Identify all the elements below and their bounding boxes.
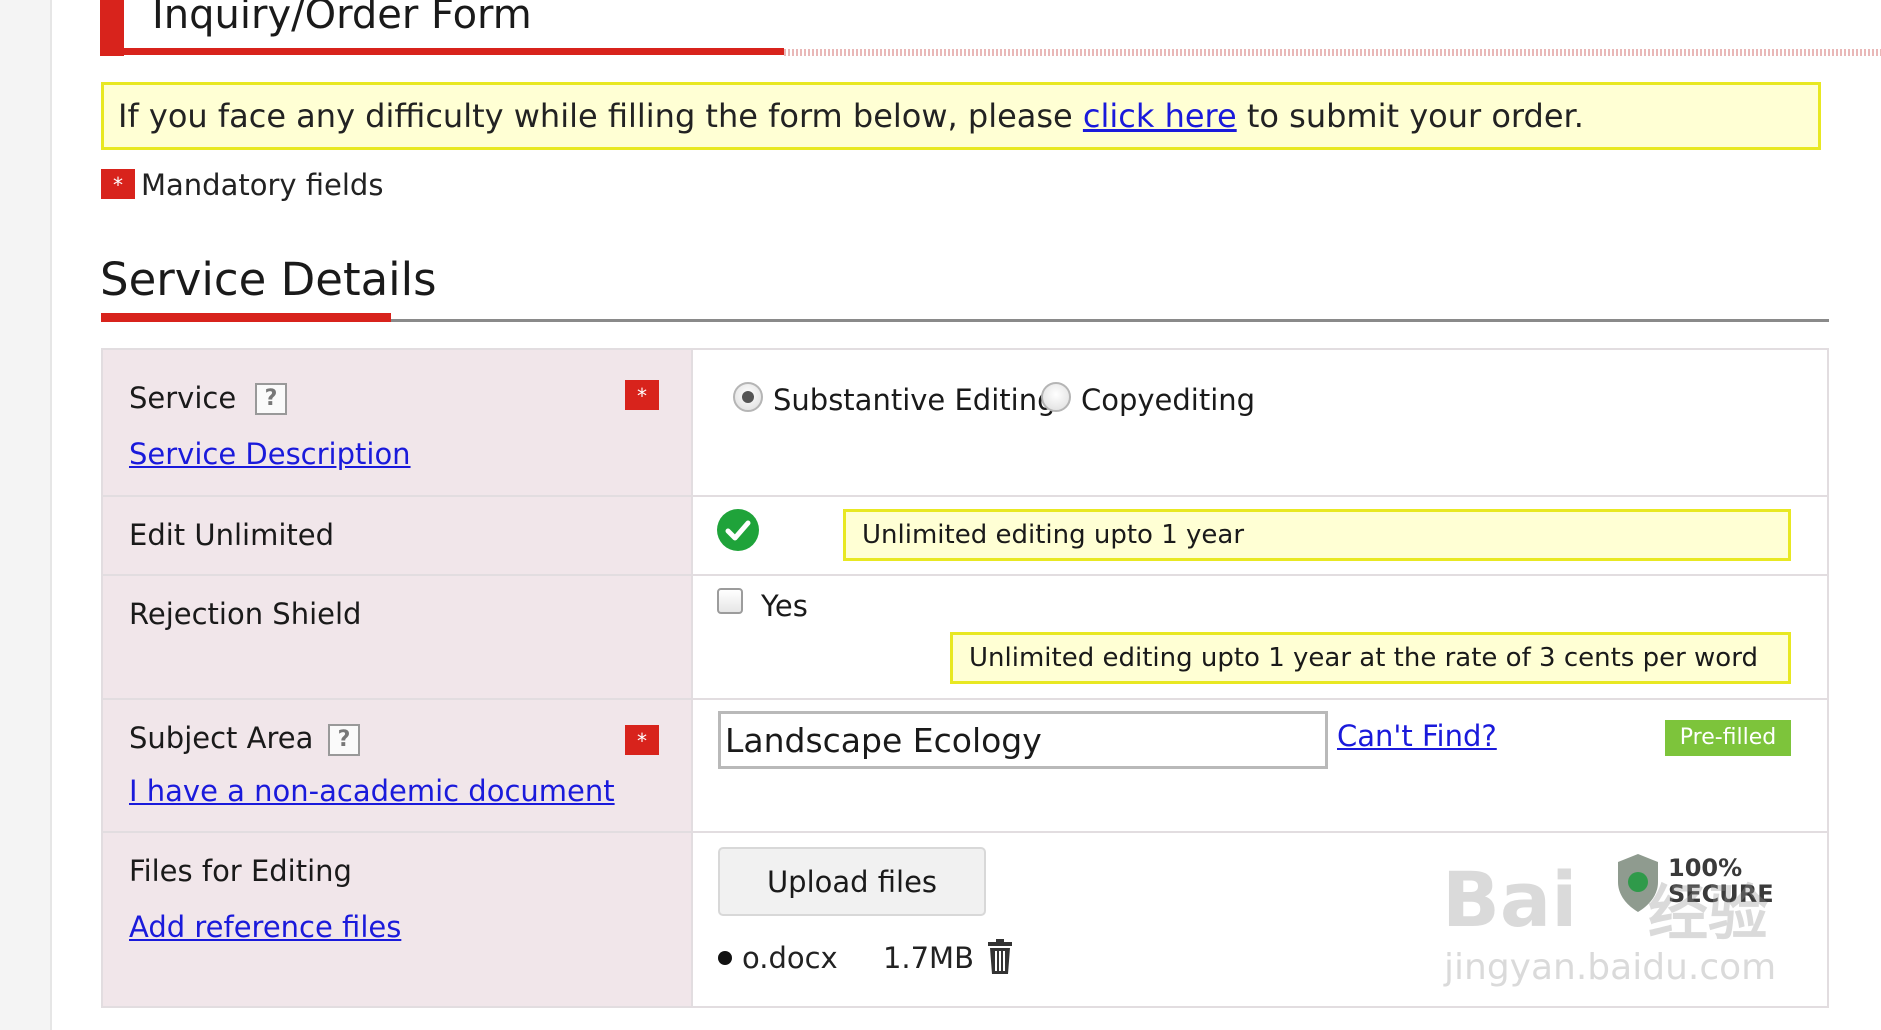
edit-unlimited-label: Edit Unlimited — [129, 518, 335, 552]
rejection-shield-row: Rejection Shield Yes Unlimited editing u… — [103, 576, 1827, 700]
subject-area-label: Subject Area — [129, 721, 314, 755]
page-title: Inquiry/Order Form — [152, 0, 532, 38]
radio-substantive-editing[interactable] — [733, 382, 763, 412]
watermark-logo-suffix: 经验 — [1648, 879, 1768, 949]
add-reference-files-link[interactable]: Add reference files — [129, 909, 401, 945]
service-label: Service — [129, 381, 237, 415]
prefilled-badge: Pre-filled — [1665, 720, 1791, 756]
help-icon[interactable]: ? — [328, 724, 360, 756]
watermark-logo: Bai — [1442, 855, 1578, 944]
file-list-item: o.docx 1.7MB — [718, 939, 1012, 977]
radio-copyediting[interactable] — [1041, 382, 1071, 412]
file-size: 1.7MB — [882, 941, 974, 975]
difficulty-notice: If you face any difficulty while filling… — [101, 82, 1821, 150]
edit-unlimited-label-cell: Edit Unlimited — [103, 497, 693, 574]
rejection-shield-label: Rejection Shield — [129, 597, 362, 631]
rejection-shield-note: Unlimited editing upto 1 year at the rat… — [950, 632, 1791, 684]
section-underline — [391, 319, 1829, 322]
service-row: Service ? * Service Description Substant… — [103, 350, 1827, 497]
check-circle-icon — [717, 509, 759, 551]
watermark-url: jingyan.baidu.com — [1444, 947, 1777, 988]
edit-unlimited-row: Edit Unlimited Unlimited editing upto 1 … — [103, 497, 1827, 576]
service-description-link[interactable]: Service Description — [129, 436, 411, 472]
header-underline — [100, 48, 784, 55]
notice-text-after: to submit your order. — [1236, 97, 1584, 135]
files-label-cell: Files for Editing Add reference files — [103, 833, 693, 1006]
file-name: o.docx — [742, 941, 838, 975]
subject-area-input[interactable] — [718, 711, 1328, 769]
watermark: Bai 经验 jingyan.baidu.com — [1420, 815, 1800, 1015]
required-star-icon: * — [101, 169, 135, 199]
header-underline-pattern — [784, 49, 1881, 56]
required-star-icon: * — [625, 725, 659, 755]
section-title: Service Details — [100, 253, 437, 306]
option-copyediting-label[interactable]: Copyediting — [1081, 382, 1255, 418]
cant-find-link[interactable]: Can't Find? — [1337, 718, 1497, 754]
upload-files-button[interactable]: Upload files — [718, 847, 986, 916]
subject-area-row: Subject Area ? * I have a non-academic d… — [103, 700, 1827, 833]
option-substantive-editing-label[interactable]: Substantive Editing — [773, 382, 1055, 418]
edit-unlimited-value: Unlimited editing upto 1 year — [693, 497, 1827, 574]
rejection-shield-label-cell: Rejection Shield — [103, 576, 693, 698]
rejection-shield-checkbox[interactable] — [717, 588, 743, 614]
rejection-shield-yes-label[interactable]: Yes — [761, 588, 808, 624]
subject-area-value: Can't Find? Pre-filled — [693, 700, 1827, 831]
click-here-link[interactable]: click here — [1083, 97, 1237, 135]
non-academic-document-link[interactable]: I have a non-academic document — [129, 773, 615, 809]
bullet-icon — [718, 951, 732, 965]
left-rail — [0, 0, 52, 1030]
form-header: Inquiry/Order Form — [100, 0, 1881, 58]
service-label-cell: Service ? * Service Description — [103, 350, 693, 495]
service-options: Substantive Editing Copyediting — [693, 350, 1827, 495]
trash-icon[interactable] — [986, 939, 1014, 984]
mandatory-legend: * Mandatory fields — [101, 168, 383, 204]
help-icon[interactable]: ? — [255, 383, 287, 415]
notice-text-before: If you face any difficulty while filling… — [118, 97, 1083, 135]
rejection-shield-value: Yes Unlimited editing upto 1 year at the… — [693, 576, 1827, 698]
edit-unlimited-note: Unlimited editing upto 1 year — [843, 509, 1791, 561]
files-label: Files for Editing — [129, 854, 352, 888]
required-star-icon: * — [625, 380, 659, 410]
mandatory-label: Mandatory fields — [141, 168, 384, 202]
section-underline-accent — [101, 313, 391, 322]
subject-area-label-cell: Subject Area ? * I have a non-academic d… — [103, 700, 693, 831]
